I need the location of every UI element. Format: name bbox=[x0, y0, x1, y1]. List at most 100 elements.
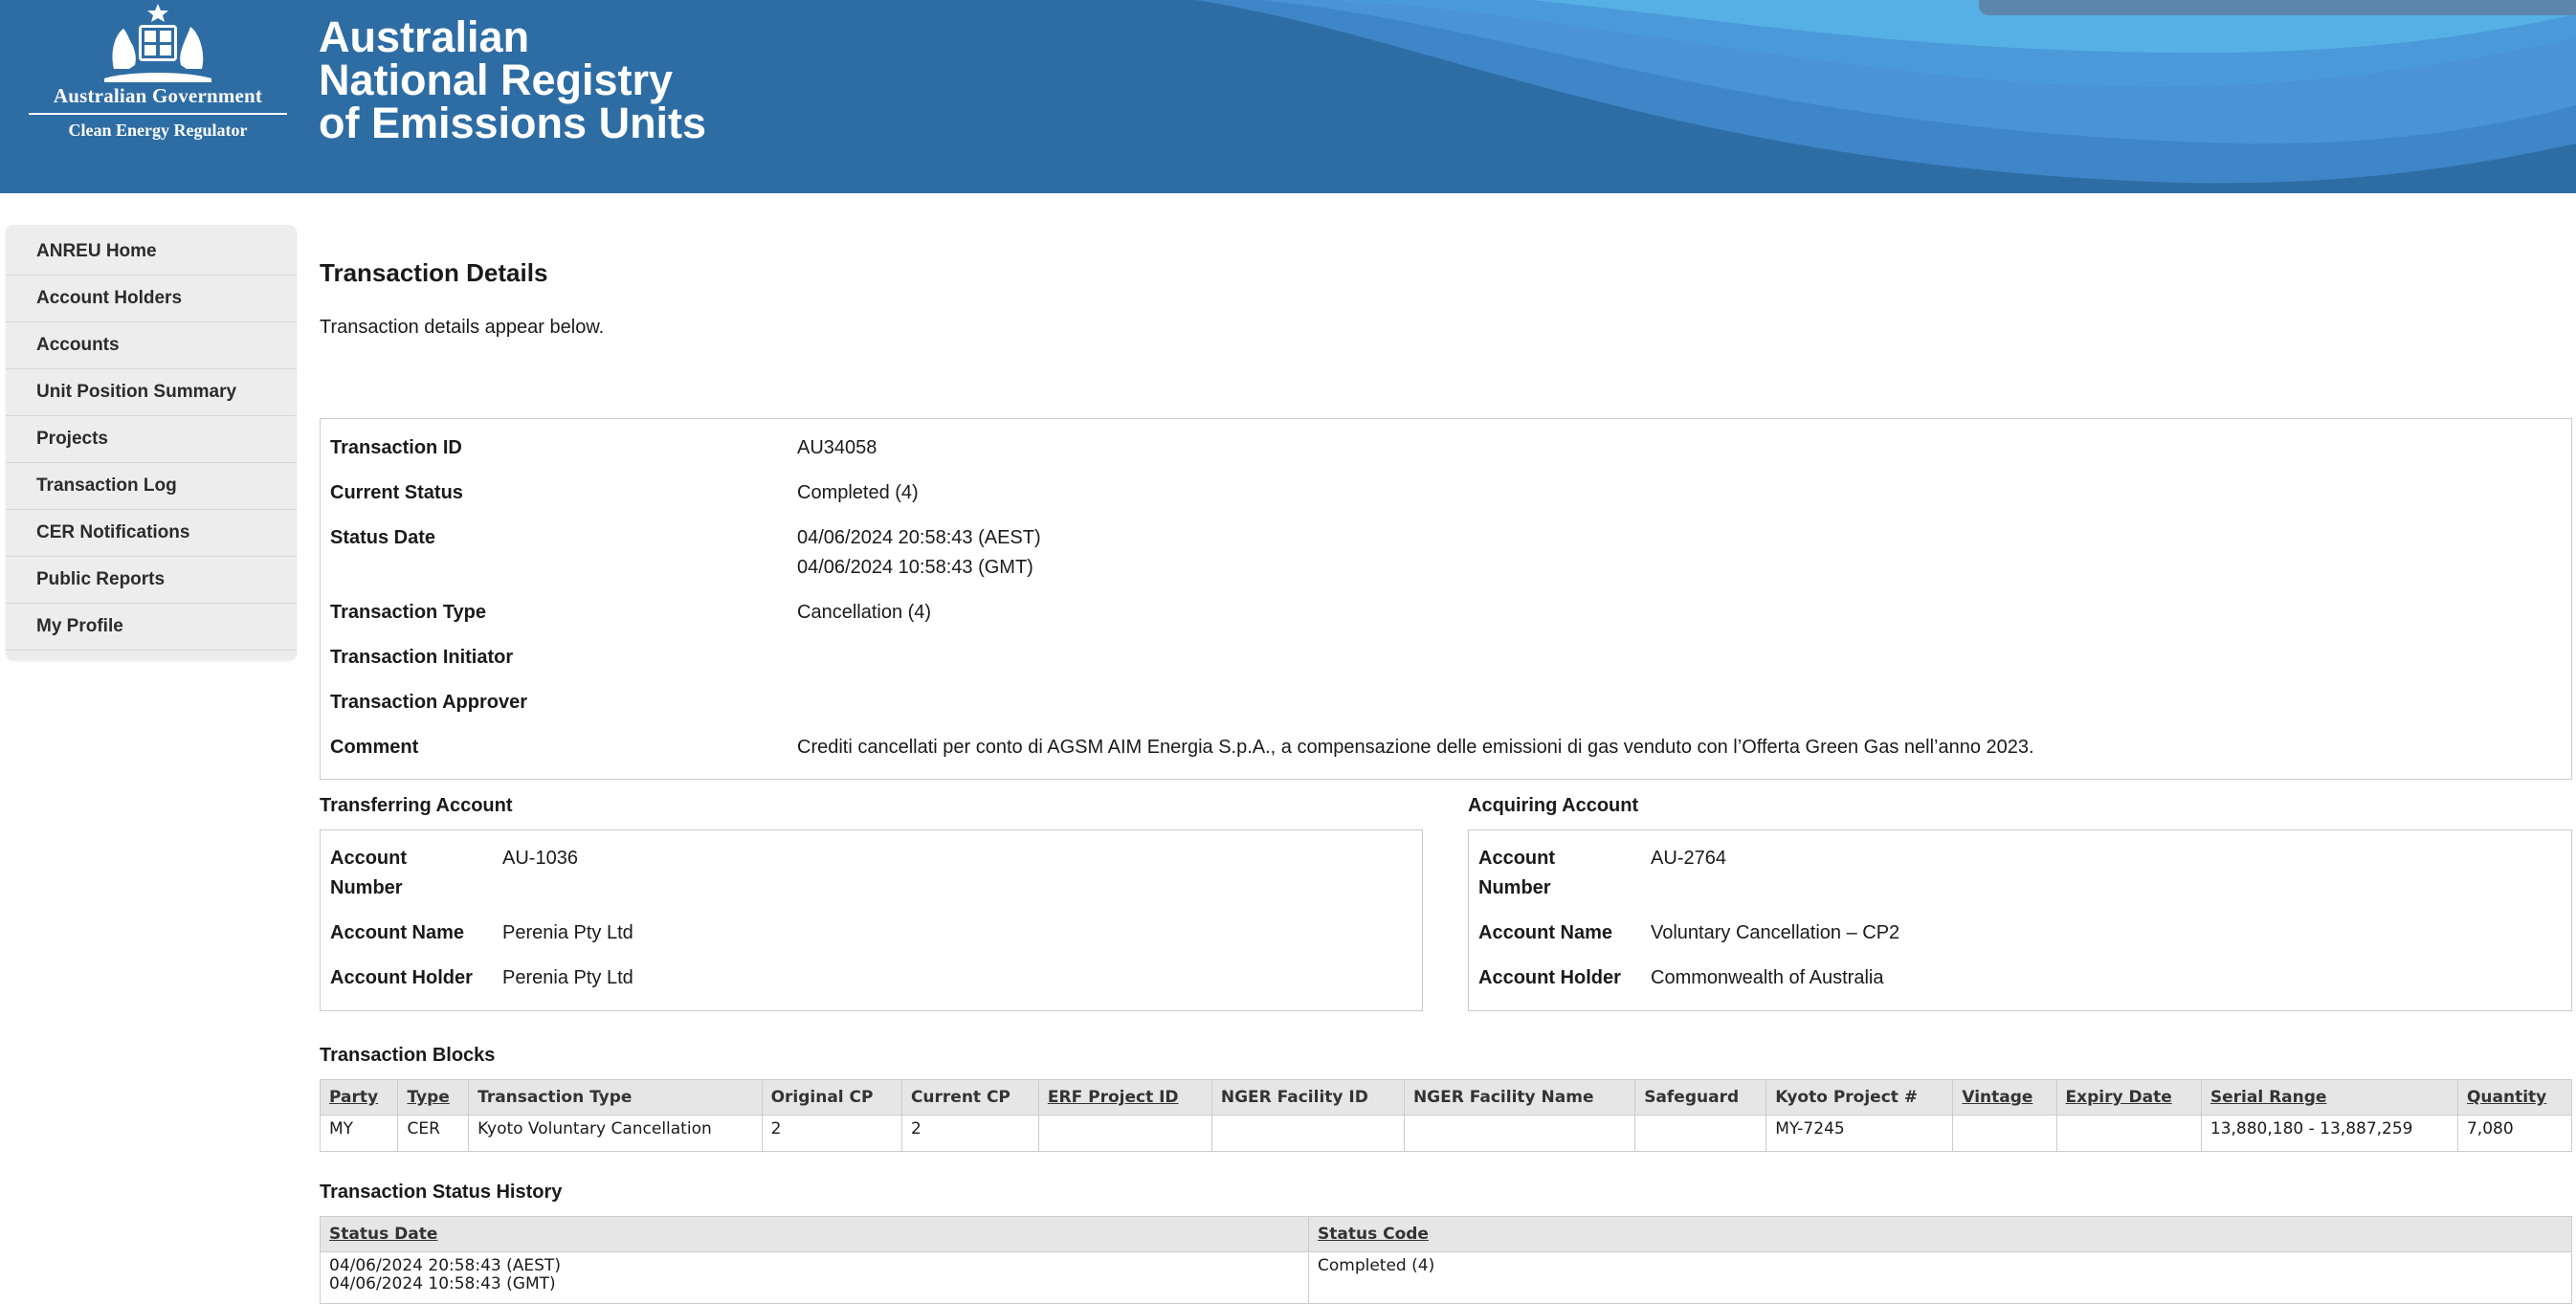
government-name: Australian Government bbox=[29, 84, 287, 115]
sidebar-item-accounts[interactable]: Accounts bbox=[6, 322, 297, 369]
column-header-expiry-date[interactable]: Expiry Date bbox=[2055, 1079, 2202, 1116]
site-title-line-3: of Emissions Units bbox=[319, 99, 707, 147]
table-row: 04/06/2024 20:58:43 (AEST) 04/06/2024 10… bbox=[320, 1251, 2572, 1304]
account-number-label-line-2: Number bbox=[330, 877, 403, 898]
page-intro: Transaction details appear below. bbox=[320, 317, 605, 338]
comment-value: Crediti cancellati per conto di AGSM AIM… bbox=[797, 737, 2034, 758]
column-header-type[interactable]: Type bbox=[397, 1079, 470, 1116]
cell-safeguard bbox=[1634, 1115, 1767, 1152]
sidebar-item-cer-notifications[interactable]: CER Notifications bbox=[6, 510, 297, 557]
transaction-blocks-table: Party Type Transaction Type Original CP … bbox=[319, 1079, 2573, 1152]
account-number-label: Account Number bbox=[330, 844, 493, 903]
regulator-name: Clean Energy Regulator bbox=[68, 121, 248, 140]
acquiring-account-number: AU-2764 bbox=[1651, 848, 1726, 869]
column-header-status-date[interactable]: Status Date bbox=[320, 1216, 1309, 1252]
table-header-row: Party Type Transaction Type Original CP … bbox=[319, 1079, 2573, 1116]
cell-status-code: Completed (4) bbox=[1308, 1251, 2572, 1304]
site-title-line-1: Australian bbox=[319, 12, 530, 61]
cell-status-date: 04/06/2024 20:58:43 (AEST) 04/06/2024 10… bbox=[320, 1251, 1309, 1304]
account-name-label: Account Name bbox=[1478, 922, 1613, 943]
page-title: Transaction Details bbox=[320, 258, 548, 287]
detail-label: Transaction Approver bbox=[330, 692, 527, 713]
sidebar-item-anreu-home[interactable]: ANREU Home bbox=[6, 229, 297, 276]
history-date-aest: 04/06/2024 20:58:43 (AEST) bbox=[329, 1256, 561, 1275]
cell-vintage bbox=[1952, 1115, 2057, 1152]
transferring-account-panel: Account Number AU-1036 Account Name Pere… bbox=[320, 829, 1423, 1011]
transaction-blocks-heading: Transaction Blocks bbox=[320, 1045, 496, 1066]
column-header-transaction-type: Transaction Type bbox=[468, 1079, 763, 1116]
transaction-details-panel: Transaction ID AU34058 Current Status Co… bbox=[320, 418, 2572, 780]
coat-of-arms-icon bbox=[104, 4, 211, 82]
detail-label: Status Date bbox=[330, 527, 436, 548]
sidebar-item-projects[interactable]: Projects bbox=[6, 416, 297, 463]
column-header-vintage[interactable]: Vintage bbox=[1952, 1079, 2057, 1116]
column-header-original-cp: Original CP bbox=[761, 1079, 902, 1116]
column-header-quantity[interactable]: Quantity bbox=[2456, 1079, 2573, 1116]
column-header-nger-facility-id: NGER Facility ID bbox=[1210, 1079, 1405, 1116]
acquiring-account-panel: Account Number AU-2764 Account Name Volu… bbox=[1468, 829, 2572, 1011]
status-history-heading: Transaction Status History bbox=[320, 1182, 563, 1203]
transaction-id-value: AU34058 bbox=[797, 437, 877, 458]
transferring-account-holder: Perenia Pty Ltd bbox=[502, 967, 633, 988]
cell-transaction-type: Kyoto Voluntary Cancellation bbox=[468, 1115, 763, 1152]
account-number-label-line-1: Account bbox=[1478, 848, 1555, 869]
cell-nger-facility-id bbox=[1210, 1115, 1405, 1152]
sidebar-item-transaction-log[interactable]: Transaction Log bbox=[6, 463, 297, 510]
cell-type: CER bbox=[397, 1115, 470, 1152]
top-utility-bar bbox=[1979, 0, 2576, 15]
detail-label: Current Status bbox=[330, 482, 463, 503]
transferring-account-heading: Transferring Account bbox=[320, 795, 513, 816]
detail-label: Transaction Initiator bbox=[330, 647, 514, 668]
column-header-status-code[interactable]: Status Code bbox=[1308, 1216, 2572, 1252]
transaction-type-value: Cancellation (4) bbox=[797, 602, 932, 623]
cell-expiry-date bbox=[2055, 1115, 2202, 1152]
sidebar-item-public-reports[interactable]: Public Reports bbox=[6, 557, 297, 604]
status-date-value: 04/06/2024 20:58:43 (AEST) 04/06/2024 10… bbox=[797, 523, 2520, 583]
site-title-line-2: National Registry bbox=[319, 55, 674, 104]
acquiring-account-heading: Acquiring Account bbox=[1468, 795, 1639, 816]
status-date-gmt: 04/06/2024 10:58:43 (GMT) bbox=[797, 557, 1033, 578]
account-holder-label: Account Holder bbox=[330, 967, 473, 988]
detail-label: Transaction ID bbox=[330, 437, 462, 458]
account-number-label-line-2: Number bbox=[1478, 877, 1551, 898]
site-title: Australian National Registry of Emission… bbox=[319, 15, 706, 144]
transferring-account-name: Perenia Pty Ltd bbox=[502, 922, 633, 943]
column-header-serial-range[interactable]: Serial Range bbox=[2200, 1079, 2458, 1116]
column-header-current-cp: Current CP bbox=[900, 1079, 1039, 1116]
australian-government-logo[interactable]: Australian Government Clean Energy Regul… bbox=[29, 2, 287, 145]
column-header-nger-facility-name: NGER Facility Name bbox=[1403, 1079, 1636, 1116]
cell-original-cp: 2 bbox=[761, 1115, 902, 1152]
sidebar-item-unit-position-summary[interactable]: Unit Position Summary bbox=[6, 369, 297, 416]
sidebar-nav: ANREU Home Account Holders Accounts Unit… bbox=[6, 225, 297, 660]
main-content: Transaction Details Transaction details … bbox=[320, 251, 2572, 339]
detail-label: Transaction Type bbox=[330, 602, 487, 623]
detail-label: Comment bbox=[330, 737, 419, 758]
status-date-aest: 04/06/2024 20:58:43 (AEST) bbox=[797, 527, 1041, 548]
cell-quantity: 7,080 bbox=[2456, 1115, 2573, 1152]
account-name-label: Account Name bbox=[330, 922, 465, 943]
cell-kyoto-project: MY-7245 bbox=[1765, 1115, 1954, 1152]
account-holder-label: Account Holder bbox=[1478, 967, 1621, 988]
acquiring-account-name: Voluntary Cancellation – CP2 bbox=[1651, 922, 1900, 943]
current-status-value: Completed (4) bbox=[797, 482, 919, 503]
account-number-label: Account Number bbox=[1478, 844, 1641, 903]
transferring-account-number: AU-1036 bbox=[502, 848, 578, 869]
cell-nger-facility-name bbox=[1403, 1115, 1636, 1152]
column-header-erf-project-id[interactable]: ERF Project ID bbox=[1037, 1079, 1212, 1116]
sidebar-item-my-profile[interactable]: My Profile bbox=[6, 604, 297, 651]
sidebar-item-account-holders[interactable]: Account Holders bbox=[6, 276, 297, 322]
site-header: Australian Government Clean Energy Regul… bbox=[0, 0, 2576, 193]
cell-current-cp: 2 bbox=[900, 1115, 1039, 1152]
table-header-row: Status Date Status Code bbox=[320, 1216, 2572, 1252]
cell-party: MY bbox=[319, 1115, 399, 1152]
column-header-kyoto-project: Kyoto Project # bbox=[1765, 1079, 1954, 1116]
acquiring-account-holder: Commonwealth of Australia bbox=[1651, 967, 1884, 988]
column-header-safeguard: Safeguard bbox=[1634, 1079, 1767, 1116]
account-number-label-line-1: Account bbox=[330, 848, 407, 869]
cell-erf-project-id bbox=[1037, 1115, 1212, 1152]
status-history-table: Status Date Status Code 04/06/2024 20:58… bbox=[320, 1216, 2572, 1304]
column-header-party[interactable]: Party bbox=[319, 1079, 399, 1116]
table-row: MY CER Kyoto Voluntary Cancellation 2 2 … bbox=[319, 1115, 2573, 1152]
cell-serial-range: 13,880,180 - 13,887,259 bbox=[2200, 1115, 2458, 1152]
history-date-gmt: 04/06/2024 10:58:43 (GMT) bbox=[329, 1274, 556, 1293]
